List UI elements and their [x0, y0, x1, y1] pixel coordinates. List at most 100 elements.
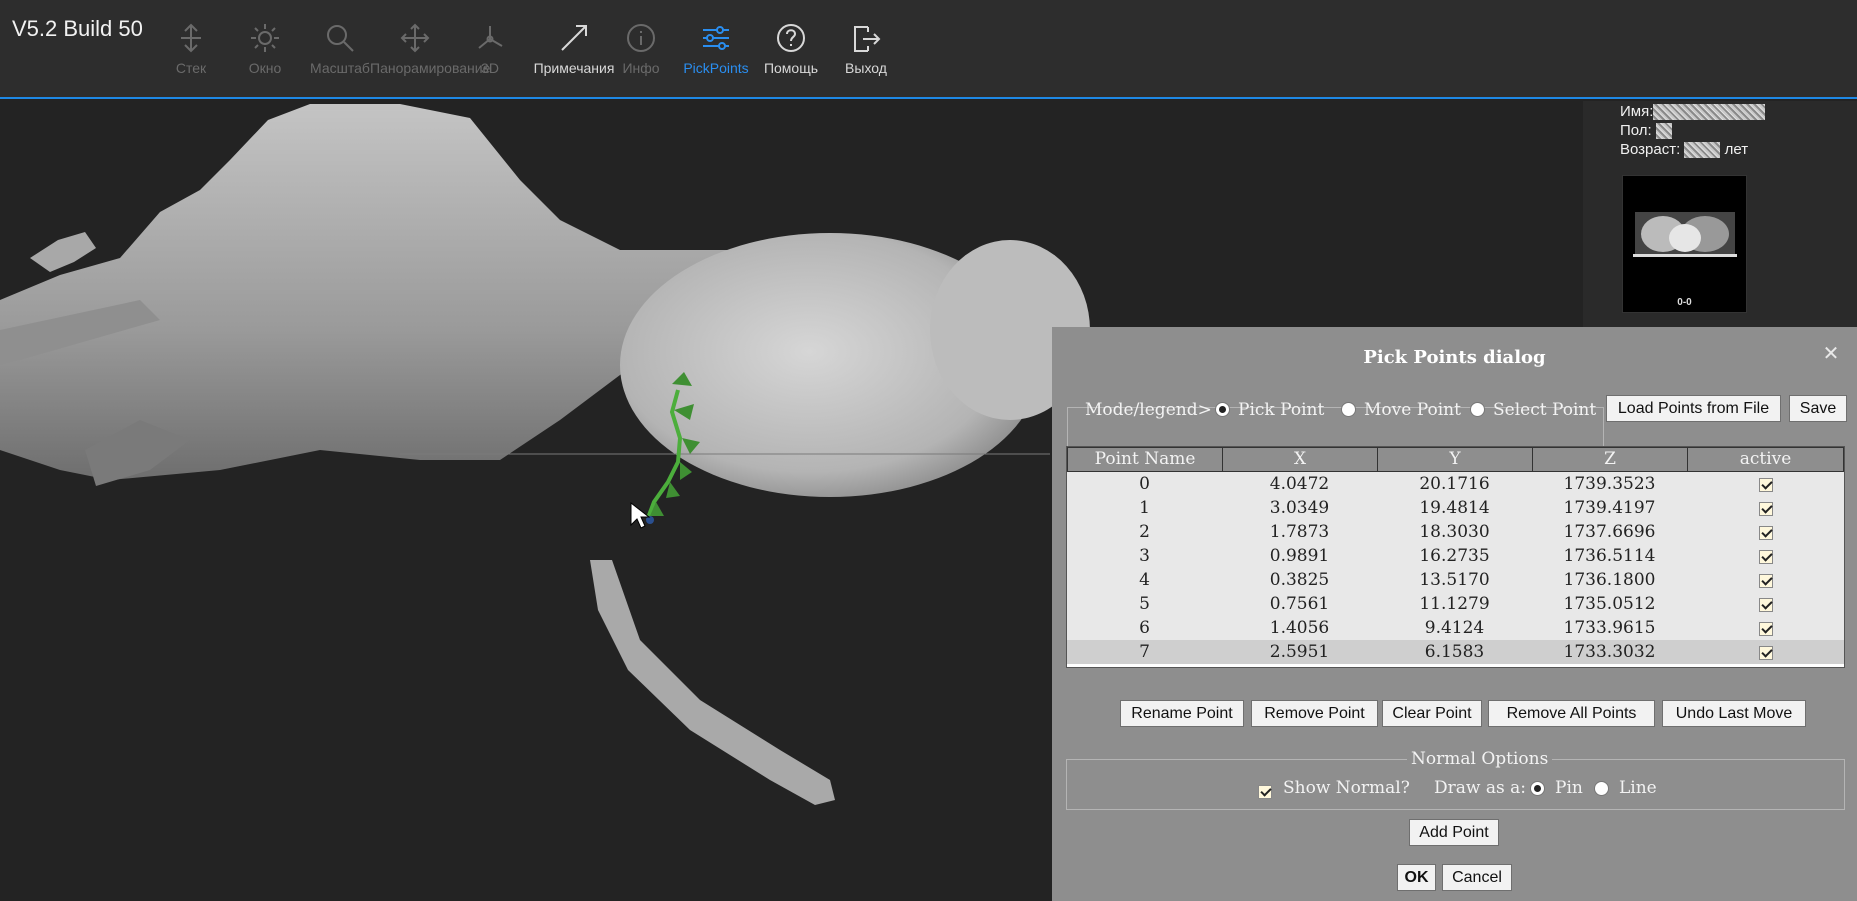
active-checkbox[interactable] [1687, 544, 1844, 568]
table-cell-x: 3.0349 [1269, 498, 1330, 518]
table-cell-x: 0.3825 [1269, 570, 1330, 590]
show-normal-checkbox[interactable] [1258, 781, 1272, 800]
points-table[interactable]: Point Name X Y Z active 0 4.0472 20.1716 17… [1066, 446, 1845, 668]
normal-options-title: Normal Options [1407, 749, 1553, 769]
draw-line-radio[interactable] [1594, 781, 1609, 796]
table-cell-z: 1736.1800 [1563, 570, 1656, 590]
table-cell-y: 19.4814 [1419, 498, 1490, 518]
table-cell-z: 1739.3523 [1563, 474, 1656, 494]
move-point-radio[interactable] [1341, 402, 1356, 417]
table-cell-y: 20.1716 [1419, 474, 1490, 494]
column-header[interactable]: Z [1532, 447, 1687, 472]
active-checkbox[interactable] [1687, 592, 1844, 616]
patient-sex-row: Пол: [1620, 122, 1672, 140]
info-circle-icon [627, 24, 655, 52]
remove-point-button[interactable]: Remove Point [1251, 700, 1378, 727]
tool-exit[interactable]: Выход [821, 22, 911, 76]
sliders-icon [703, 26, 729, 50]
draw-as-label: Draw as a: [1434, 778, 1526, 798]
tool-label: Стек [175, 60, 207, 76]
table-cell-z: 1737.6696 [1563, 522, 1656, 542]
series-thumbnail[interactable]: 0-0 [1622, 175, 1747, 313]
check-icon [1758, 549, 1773, 564]
tool-label: Выход [845, 60, 887, 76]
magnifier-icon [327, 25, 354, 52]
check-icon [1758, 645, 1773, 660]
table-cell-z: 1735.0512 [1563, 594, 1656, 614]
active-checkbox[interactable] [1687, 640, 1844, 664]
active-checkbox[interactable] [1687, 616, 1844, 640]
draw-line-label: Line [1619, 778, 1657, 798]
clear-point-button[interactable]: Clear Point [1382, 700, 1482, 727]
pick-point-radio[interactable] [1215, 402, 1230, 417]
move-point-label: Move Point [1364, 400, 1461, 420]
save-button[interactable]: Save [1789, 395, 1847, 422]
table-row[interactable]: 3 0.9891 16.2735 1736.5114 [1067, 544, 1844, 568]
table-cell-name: 1 [1139, 498, 1150, 518]
ok-button[interactable]: OK [1397, 864, 1436, 891]
table-row[interactable]: 7 2.5951 6.1583 1733.3032 [1067, 640, 1844, 664]
table-row[interactable]: 2 1.7873 18.3030 1737.6696 [1067, 520, 1844, 544]
table-cell-y: 18.3030 [1419, 522, 1490, 542]
table-row[interactable]: 6 1.4056 9.4124 1733.9615 [1067, 616, 1844, 640]
undo-last-move-button[interactable]: Undo Last Move [1662, 700, 1806, 727]
check-icon [1758, 525, 1773, 540]
version-label: V5.2 Build 50 [12, 16, 143, 41]
table-row[interactable]: 0 4.0472 20.1716 1739.3523 [1067, 472, 1844, 496]
exit-door-icon [854, 26, 881, 52]
table-cell-x: 1.7873 [1269, 522, 1330, 542]
thumbnail-label: 0-0 [1677, 297, 1692, 308]
table-cell-x: 1.4056 [1269, 618, 1330, 638]
column-header[interactable]: Y [1377, 447, 1532, 472]
tool-3d[interactable]: 3D [445, 22, 535, 76]
active-checkbox[interactable] [1687, 568, 1844, 592]
add-point-button[interactable]: Add Point [1409, 819, 1499, 846]
check-icon [1758, 477, 1773, 492]
sun-icon [251, 24, 279, 52]
table-cell-name: 6 [1139, 618, 1150, 638]
table-cell-z: 1739.4197 [1563, 498, 1656, 518]
column-header[interactable]: active [1687, 447, 1844, 472]
cancel-button[interactable]: Cancel [1442, 864, 1512, 891]
check-icon [1258, 784, 1272, 799]
patient-name-row: Имя: [1620, 103, 1766, 121]
dialog-title: Pick Points dialog [1363, 347, 1546, 368]
select-point-radio[interactable] [1470, 402, 1485, 417]
top-toolbar: V5.2 Build 50 Стек Окно Масштаб Панорами… [0, 0, 1857, 99]
pan-cross-icon [400, 23, 430, 53]
axes-3d-icon [478, 26, 503, 49]
tool-label: PickPoints [683, 60, 749, 76]
stack-arrows-icon [181, 23, 201, 53]
select-point-label: Select Point [1493, 400, 1597, 420]
pick-points-dialog: Pick Points dialog ✕ Mode/legend> Pick P… [1052, 327, 1857, 901]
check-icon [1758, 573, 1773, 588]
active-checkbox[interactable] [1687, 472, 1844, 496]
table-row[interactable]: 5 0.7561 11.1279 1735.0512 [1067, 592, 1844, 616]
table-cell-name: 7 [1139, 642, 1150, 662]
table-row[interactable]: 4 0.3825 13.5170 1736.1800 [1067, 568, 1844, 592]
table-cell-x: 0.9891 [1269, 546, 1330, 566]
ct-slice-image [1633, 212, 1737, 257]
table-row[interactable]: 1 3.0349 19.4814 1739.4197 [1067, 496, 1844, 520]
diagonal-arrow-icon [561, 25, 587, 51]
table-cell-x: 2.5951 [1269, 642, 1330, 662]
rename-point-button[interactable]: Rename Point [1120, 700, 1244, 727]
load-points-button[interactable]: Load Points from File [1606, 395, 1781, 422]
active-checkbox[interactable] [1687, 496, 1844, 520]
patient-age-row: Возраст: лет [1620, 141, 1749, 159]
active-checkbox[interactable] [1687, 520, 1844, 544]
draw-pin-label: Pin [1555, 778, 1583, 798]
column-header[interactable]: Point Name [1067, 447, 1222, 472]
table-cell-z: 1733.9615 [1563, 618, 1656, 638]
column-header[interactable]: X [1222, 447, 1377, 472]
tool-label: Помощь [763, 60, 819, 76]
table-cell-x: 0.7561 [1269, 594, 1330, 614]
redacted-age [1684, 142, 1721, 159]
table-body: 0 4.0472 20.1716 1739.3523 1 3.0349 19.4814 173… [1067, 472, 1844, 664]
draw-pin-radio[interactable] [1530, 781, 1545, 796]
table-header: Point Name X Y Z active [1067, 447, 1844, 472]
close-icon[interactable]: ✕ [1821, 343, 1841, 363]
tool-label: Окно [248, 60, 282, 76]
age-unit: лет [1724, 141, 1749, 158]
remove-all-points-button[interactable]: Remove All Points [1488, 700, 1655, 727]
